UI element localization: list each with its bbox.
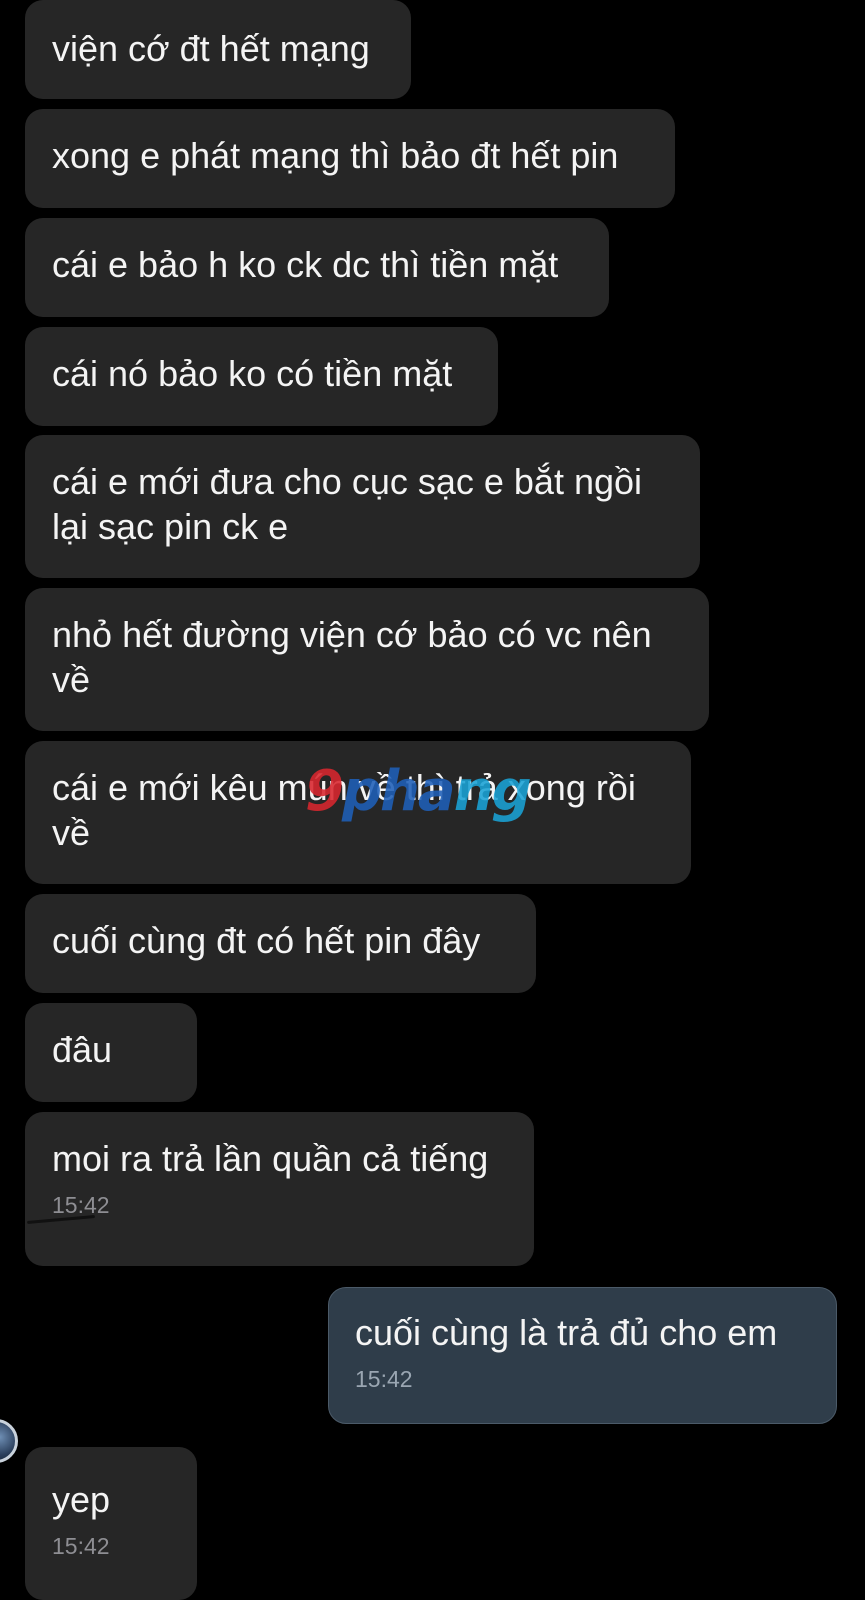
message-bubble-incoming[interactable]: viện cớ đt hết mạng xyxy=(25,0,411,99)
message-bubble-incoming[interactable]: cuối cùng đt có hết pin đây xyxy=(25,894,536,993)
message-text: cái e bảo h ko ck dc thì tiền mặt xyxy=(52,244,559,285)
message-text: đâu xyxy=(52,1029,113,1070)
message-bubble-incoming[interactable]: cái e mới kêu mún về thì trả xong rồi về xyxy=(25,741,691,884)
message-bubble-incoming[interactable]: xong e phát mạng thì bảo đt hết pin xyxy=(25,109,675,208)
message-text: xong e phát mạng thì bảo đt hết pin xyxy=(52,135,619,176)
message-timestamp: 15:42 xyxy=(355,1366,413,1392)
message-text: viện cớ đt hết mạng xyxy=(52,28,370,69)
message-bubble-incoming[interactable]: cái e mới đưa cho cục sạc e bắt ngồi lại… xyxy=(25,435,700,578)
message-text: cái nó bảo ko có tiền mặt xyxy=(52,353,453,394)
message-bubble-incoming[interactable]: moi ra trả lần quần cả tiếng 15:42 xyxy=(25,1112,534,1266)
message-text: cái e mới đưa cho cục sạc e bắt ngồi lại… xyxy=(52,461,643,547)
message-text: moi ra trả lần quần cả tiếng xyxy=(52,1138,489,1179)
message-bubble-incoming[interactable]: đâu xyxy=(25,1003,197,1102)
message-text: cái e mới kêu mún về thì trả xong rồi về xyxy=(52,767,636,853)
message-text: cuối cùng đt có hết pin đây xyxy=(52,920,481,961)
message-text: cuối cùng là trả đủ cho em xyxy=(355,1312,778,1353)
contact-avatar-icon[interactable] xyxy=(0,1419,18,1463)
message-text: nhỏ hết đường viện cớ bảo có vc nên về xyxy=(52,614,652,700)
message-text: yep xyxy=(52,1479,111,1520)
message-bubble-incoming[interactable]: nhỏ hết đường viện cớ bảo có vc nên về xyxy=(25,588,709,731)
message-bubble-incoming[interactable]: cái nó bảo ko có tiền mặt xyxy=(25,327,498,426)
message-bubble-incoming[interactable]: yep 15:42 xyxy=(25,1447,197,1600)
message-timestamp: 15:42 xyxy=(52,1533,110,1559)
message-timestamp: 15:42 xyxy=(52,1192,110,1218)
message-bubble-outgoing[interactable]: cuối cùng là trả đủ cho em 15:42 xyxy=(328,1287,837,1424)
message-bubble-incoming[interactable]: cái e bảo h ko ck dc thì tiền mặt xyxy=(25,218,609,317)
